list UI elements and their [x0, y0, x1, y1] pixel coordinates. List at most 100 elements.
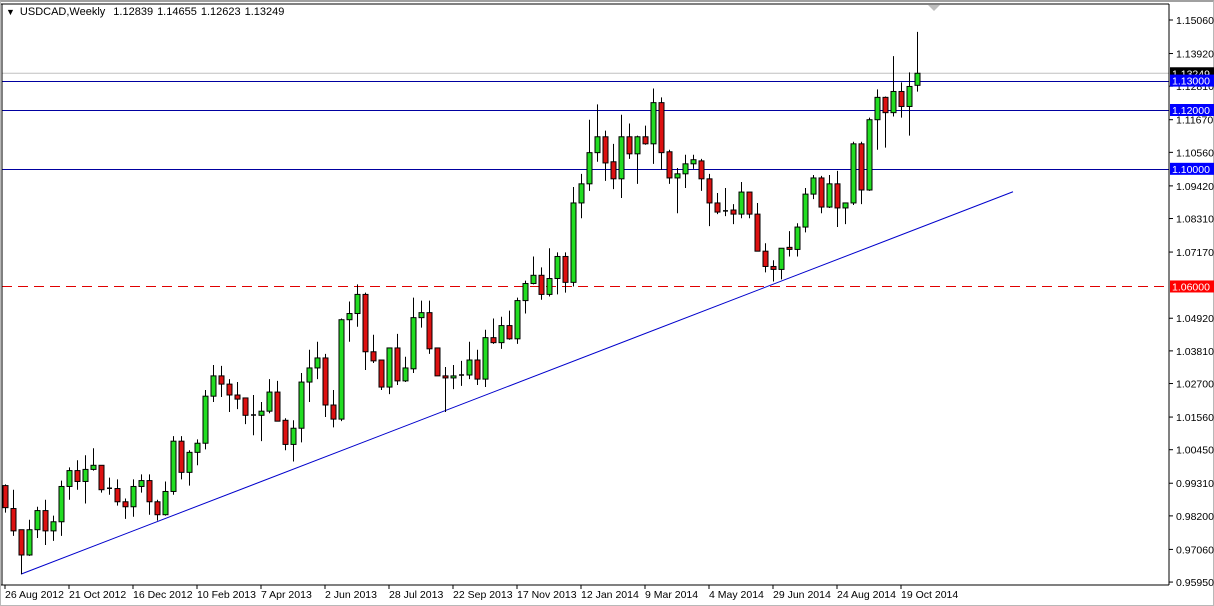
candle — [186, 450, 193, 486]
candle-body-bull — [346, 313, 353, 321]
candle — [538, 267, 545, 300]
candle — [626, 123, 633, 159]
candle — [554, 252, 561, 295]
candle — [202, 390, 209, 450]
candle — [770, 260, 777, 282]
candle-body-bull — [906, 85, 913, 107]
candle — [274, 380, 281, 422]
candle-body-bear — [562, 255, 569, 283]
candle-body-bear — [818, 177, 825, 208]
candle-body-bull — [530, 274, 537, 285]
candle — [594, 104, 601, 162]
chart-shift-marker-icon — [928, 5, 940, 11]
candle — [482, 329, 489, 388]
candle-body-bear — [538, 274, 545, 295]
candle-body-bull — [210, 375, 217, 397]
symbol-timeframe: USDCAD,Weekly — [19, 6, 106, 18]
candle — [426, 300, 433, 354]
y-tick-label: 1.02700 — [1176, 379, 1214, 391]
candle — [10, 489, 17, 536]
candle-body-bear — [378, 359, 385, 388]
candle-body-bear — [282, 419, 289, 445]
candle — [98, 464, 105, 493]
candle-body-bear — [834, 183, 841, 209]
candle-body-bear — [98, 464, 105, 491]
y-tick-label: 1.10560 — [1176, 147, 1214, 159]
candle-body-bull — [874, 96, 881, 121]
candle — [506, 310, 513, 340]
candle — [642, 125, 649, 145]
candle — [602, 130, 609, 181]
candle-body-bear — [698, 160, 705, 180]
candle — [730, 204, 737, 225]
candle — [338, 318, 345, 422]
candle-body-bull — [778, 247, 785, 270]
candle-body-bear — [626, 136, 633, 155]
candle-body-bear — [234, 394, 241, 400]
candle-body-bear — [154, 501, 161, 516]
candle — [842, 202, 849, 225]
candle — [618, 114, 625, 198]
candle-body-bull — [634, 136, 641, 155]
candle-body-bull — [298, 381, 305, 429]
candle — [266, 379, 273, 414]
horizontal-levels — [2, 72, 1169, 575]
candle-body-bull — [450, 375, 457, 379]
y-tick-label: 1.04920 — [1176, 313, 1214, 325]
low-value: 1.12623 — [200, 6, 241, 18]
candle — [466, 341, 473, 380]
candle-body-bear — [330, 404, 337, 420]
candle — [178, 436, 185, 480]
candle-body-bear — [322, 357, 329, 406]
candle — [826, 175, 833, 208]
candle — [210, 365, 217, 403]
candle-body-bull — [522, 283, 529, 302]
candle — [34, 506, 41, 538]
candle — [882, 96, 889, 148]
candle-body-bull — [410, 317, 417, 370]
candle — [802, 187, 809, 233]
candle — [251, 395, 256, 436]
candle — [170, 436, 177, 495]
candle-body-bull — [386, 347, 393, 388]
candle — [658, 97, 665, 170]
candle — [114, 479, 121, 506]
y-tick-label: 1.03810 — [1176, 346, 1214, 358]
candle — [66, 467, 73, 500]
candle-body-bear — [218, 375, 225, 385]
candle — [194, 439, 201, 466]
candle-body-bull — [170, 440, 177, 492]
candle — [50, 515, 57, 541]
y-tick-label: 1.13920 — [1176, 49, 1214, 61]
candle — [122, 498, 129, 519]
candle — [370, 334, 377, 363]
candle-body-bear — [754, 213, 761, 252]
candle-body-bull — [402, 367, 409, 382]
y-tick-label: 0.95950 — [1176, 577, 1214, 589]
triangle-down-icon[interactable]: ▼ — [6, 7, 15, 17]
candle-body-bear — [370, 351, 377, 362]
candle-body-bear — [10, 508, 17, 532]
x-tick-label: 16 Dec 2012 — [133, 589, 193, 601]
candle-body-bull — [546, 278, 553, 295]
candle-body-bear — [394, 347, 401, 382]
candle — [810, 175, 817, 200]
candlestick-chart[interactable]: 1.150601.139201.128101.116701.105601.094… — [0, 0, 1214, 605]
candle — [90, 448, 97, 471]
candle-body-bear — [706, 178, 713, 204]
close-value: 1.13249 — [244, 6, 285, 18]
candle-body-bull — [82, 468, 89, 482]
candle-body-bear — [730, 209, 737, 215]
candle — [138, 474, 145, 493]
candle — [450, 365, 457, 390]
candle — [514, 297, 521, 344]
candle — [394, 333, 401, 385]
candle-body-bear — [762, 250, 769, 267]
candle — [130, 479, 137, 517]
candle — [682, 154, 689, 188]
candle-body-bear — [2, 485, 9, 509]
candle-body-bear — [274, 391, 281, 422]
x-tick-label: 24 Aug 2014 — [837, 589, 896, 601]
candle — [874, 89, 881, 150]
y-tick-label: 1.08310 — [1176, 214, 1214, 226]
